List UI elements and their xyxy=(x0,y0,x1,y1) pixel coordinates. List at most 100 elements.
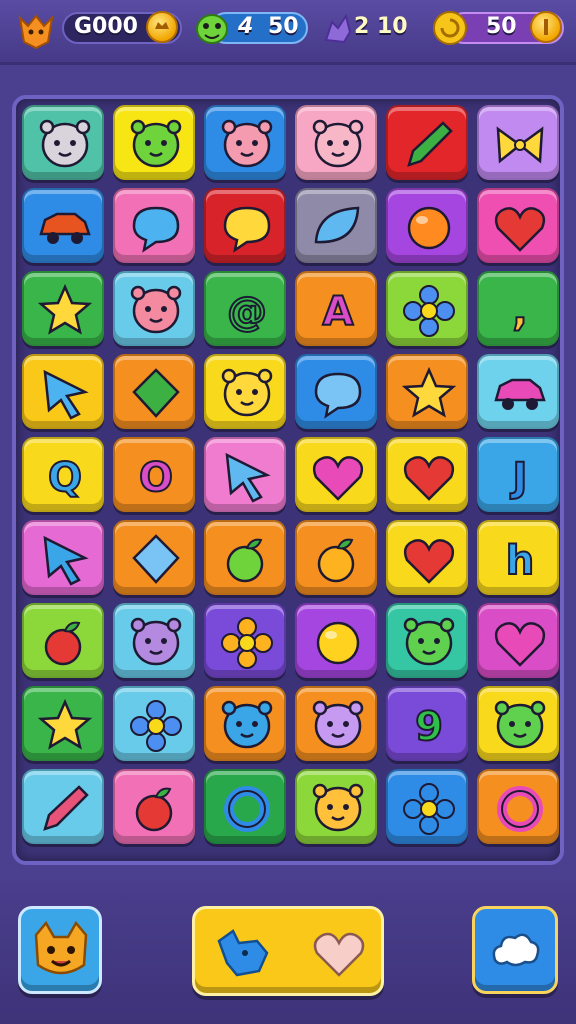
pink-ring-icon xyxy=(497,786,543,832)
tile-green-kite[interactable] xyxy=(113,354,195,429)
tile-pink-lion-face[interactable] xyxy=(113,271,195,346)
red-heart-icon xyxy=(403,539,455,584)
tile-yellow-star[interactable] xyxy=(22,686,104,761)
orange-flower-icon xyxy=(221,617,273,669)
green-spiral-icon: 9 xyxy=(414,703,444,751)
yellow-bow-icon xyxy=(496,126,544,164)
tile-red-heart[interactable] xyxy=(477,188,559,263)
tile-pink-pig-face[interactable] xyxy=(204,105,286,180)
tile-red-car[interactable] xyxy=(22,188,104,263)
powerup-tray[interactable] xyxy=(192,906,384,996)
blue-leaf-icon xyxy=(314,206,360,244)
tile-red-apple[interactable] xyxy=(113,769,195,844)
letter-q-icon: Q xyxy=(47,454,83,502)
tile-blue-arrow[interactable] xyxy=(22,354,104,429)
add-gems-icon[interactable] xyxy=(530,11,562,43)
orange-cat-face-icon xyxy=(312,783,364,832)
game-board: @ A , QO J h 9 xyxy=(12,95,564,865)
tile-at-sign[interactable]: @ xyxy=(204,271,286,346)
tile-pink-creature[interactable] xyxy=(477,603,559,678)
tile-yellow-star[interactable] xyxy=(22,271,104,346)
top-hud: G000 4 50 2 10 50 xyxy=(0,0,576,65)
tile-blue-hook[interactable]: J xyxy=(477,437,559,512)
tile-red-heart[interactable] xyxy=(386,437,468,512)
tile-blue-crab[interactable] xyxy=(386,769,468,844)
gems-counter: 50 xyxy=(430,8,564,48)
orange-comma-icon: , xyxy=(511,288,528,336)
tile-blue-flower[interactable] xyxy=(386,271,468,346)
tile-green-cat-face[interactable] xyxy=(386,603,468,678)
lives-value: 2 10 xyxy=(354,14,408,39)
red-apple-icon xyxy=(135,787,173,832)
tile-blue-triangle[interactable] xyxy=(22,520,104,595)
tile-letter-h[interactable]: h xyxy=(477,520,559,595)
moves-current: 4 xyxy=(238,14,254,39)
tile-pink-heart[interactable] xyxy=(295,437,377,512)
coins-counter: G000 xyxy=(62,8,182,48)
yellow-pin-icon xyxy=(401,366,457,418)
character-button[interactable] xyxy=(18,906,102,994)
tile-green-pencil[interactable] xyxy=(386,105,468,180)
tile-letter-a[interactable]: A xyxy=(295,271,377,346)
tile-yellow-ball[interactable] xyxy=(295,603,377,678)
at-sign-icon: @ xyxy=(226,288,268,336)
blue-crab-icon xyxy=(403,783,455,835)
tile-letter-q[interactable]: Q xyxy=(22,437,104,512)
tile-yellow-pin[interactable] xyxy=(386,354,468,429)
blue-cat-face-icon xyxy=(221,700,273,749)
tile-pink-pencil[interactable] xyxy=(22,769,104,844)
tile-orange-fruit[interactable] xyxy=(295,520,377,595)
pink-creature-icon xyxy=(494,622,546,667)
blue-bubble-icon xyxy=(314,372,362,419)
tile-blue-slash-circle[interactable] xyxy=(204,769,286,844)
shuffle-button[interactable] xyxy=(472,906,558,994)
red-heart-icon xyxy=(494,207,546,252)
purple-creature-icon xyxy=(318,8,358,48)
tile-blue-crystal[interactable] xyxy=(113,520,195,595)
tile-bear-face[interactable] xyxy=(22,105,104,180)
tile-orange-comma[interactable]: , xyxy=(477,271,559,346)
green-cat-face-icon xyxy=(494,700,546,749)
lives-counter: 2 10 xyxy=(318,8,418,48)
tile-pink-car[interactable] xyxy=(477,354,559,429)
tile-red-heart[interactable] xyxy=(386,520,468,595)
blue-flower-icon xyxy=(403,285,455,337)
blue-crystal-icon xyxy=(132,534,180,584)
tile-orange-flower[interactable] xyxy=(204,603,286,678)
tile-green-pear[interactable] xyxy=(204,520,286,595)
tile-blue-shape[interactable] xyxy=(204,437,286,512)
tile-pink-ring[interactable] xyxy=(477,769,559,844)
tile-pink-bear-face[interactable] xyxy=(295,105,377,180)
blue-triangle-icon xyxy=(43,535,89,586)
blue-dog-icon[interactable] xyxy=(213,923,273,983)
frog-face-icon xyxy=(130,119,182,168)
moves-counter: 4 50 xyxy=(192,8,308,48)
blue-slash-circle-icon xyxy=(224,786,270,832)
tile-blue-speech-bubble[interactable] xyxy=(113,188,195,263)
svg-text:@: @ xyxy=(227,289,267,335)
pink-car-icon xyxy=(494,378,546,410)
cat-logo-icon[interactable] xyxy=(14,8,54,50)
tile-yellow-speech-bubble[interactable] xyxy=(204,188,286,263)
tile-blue-cat-face[interactable] xyxy=(204,686,286,761)
pink-lion-face-icon xyxy=(130,285,182,334)
tile-blue-bubble[interactable] xyxy=(295,354,377,429)
tile-purple-face[interactable] xyxy=(295,686,377,761)
tile-blue-leaf[interactable] xyxy=(295,188,377,263)
tile-yellow-bow[interactable] xyxy=(477,105,559,180)
moves-max: 50 xyxy=(268,14,299,39)
tile-green-spiral[interactable]: 9 xyxy=(386,686,468,761)
red-heart-icon xyxy=(403,456,455,501)
pink-heart-icon xyxy=(312,456,364,501)
tile-orange-cat-face[interactable] xyxy=(295,769,377,844)
tile-purple-bear-face[interactable] xyxy=(113,603,195,678)
tile-frog-face[interactable] xyxy=(113,105,195,180)
tile-letter-o[interactable]: O xyxy=(113,437,195,512)
heart-icon[interactable] xyxy=(309,923,369,983)
tile-orange-ball[interactable] xyxy=(386,188,468,263)
tile-green-cat-face[interactable] xyxy=(477,686,559,761)
tile-red-apple[interactable] xyxy=(22,603,104,678)
tile-blue-flower[interactable] xyxy=(113,686,195,761)
tile-yellow-bear-face[interactable] xyxy=(204,354,286,429)
green-monster-icon xyxy=(192,8,232,48)
